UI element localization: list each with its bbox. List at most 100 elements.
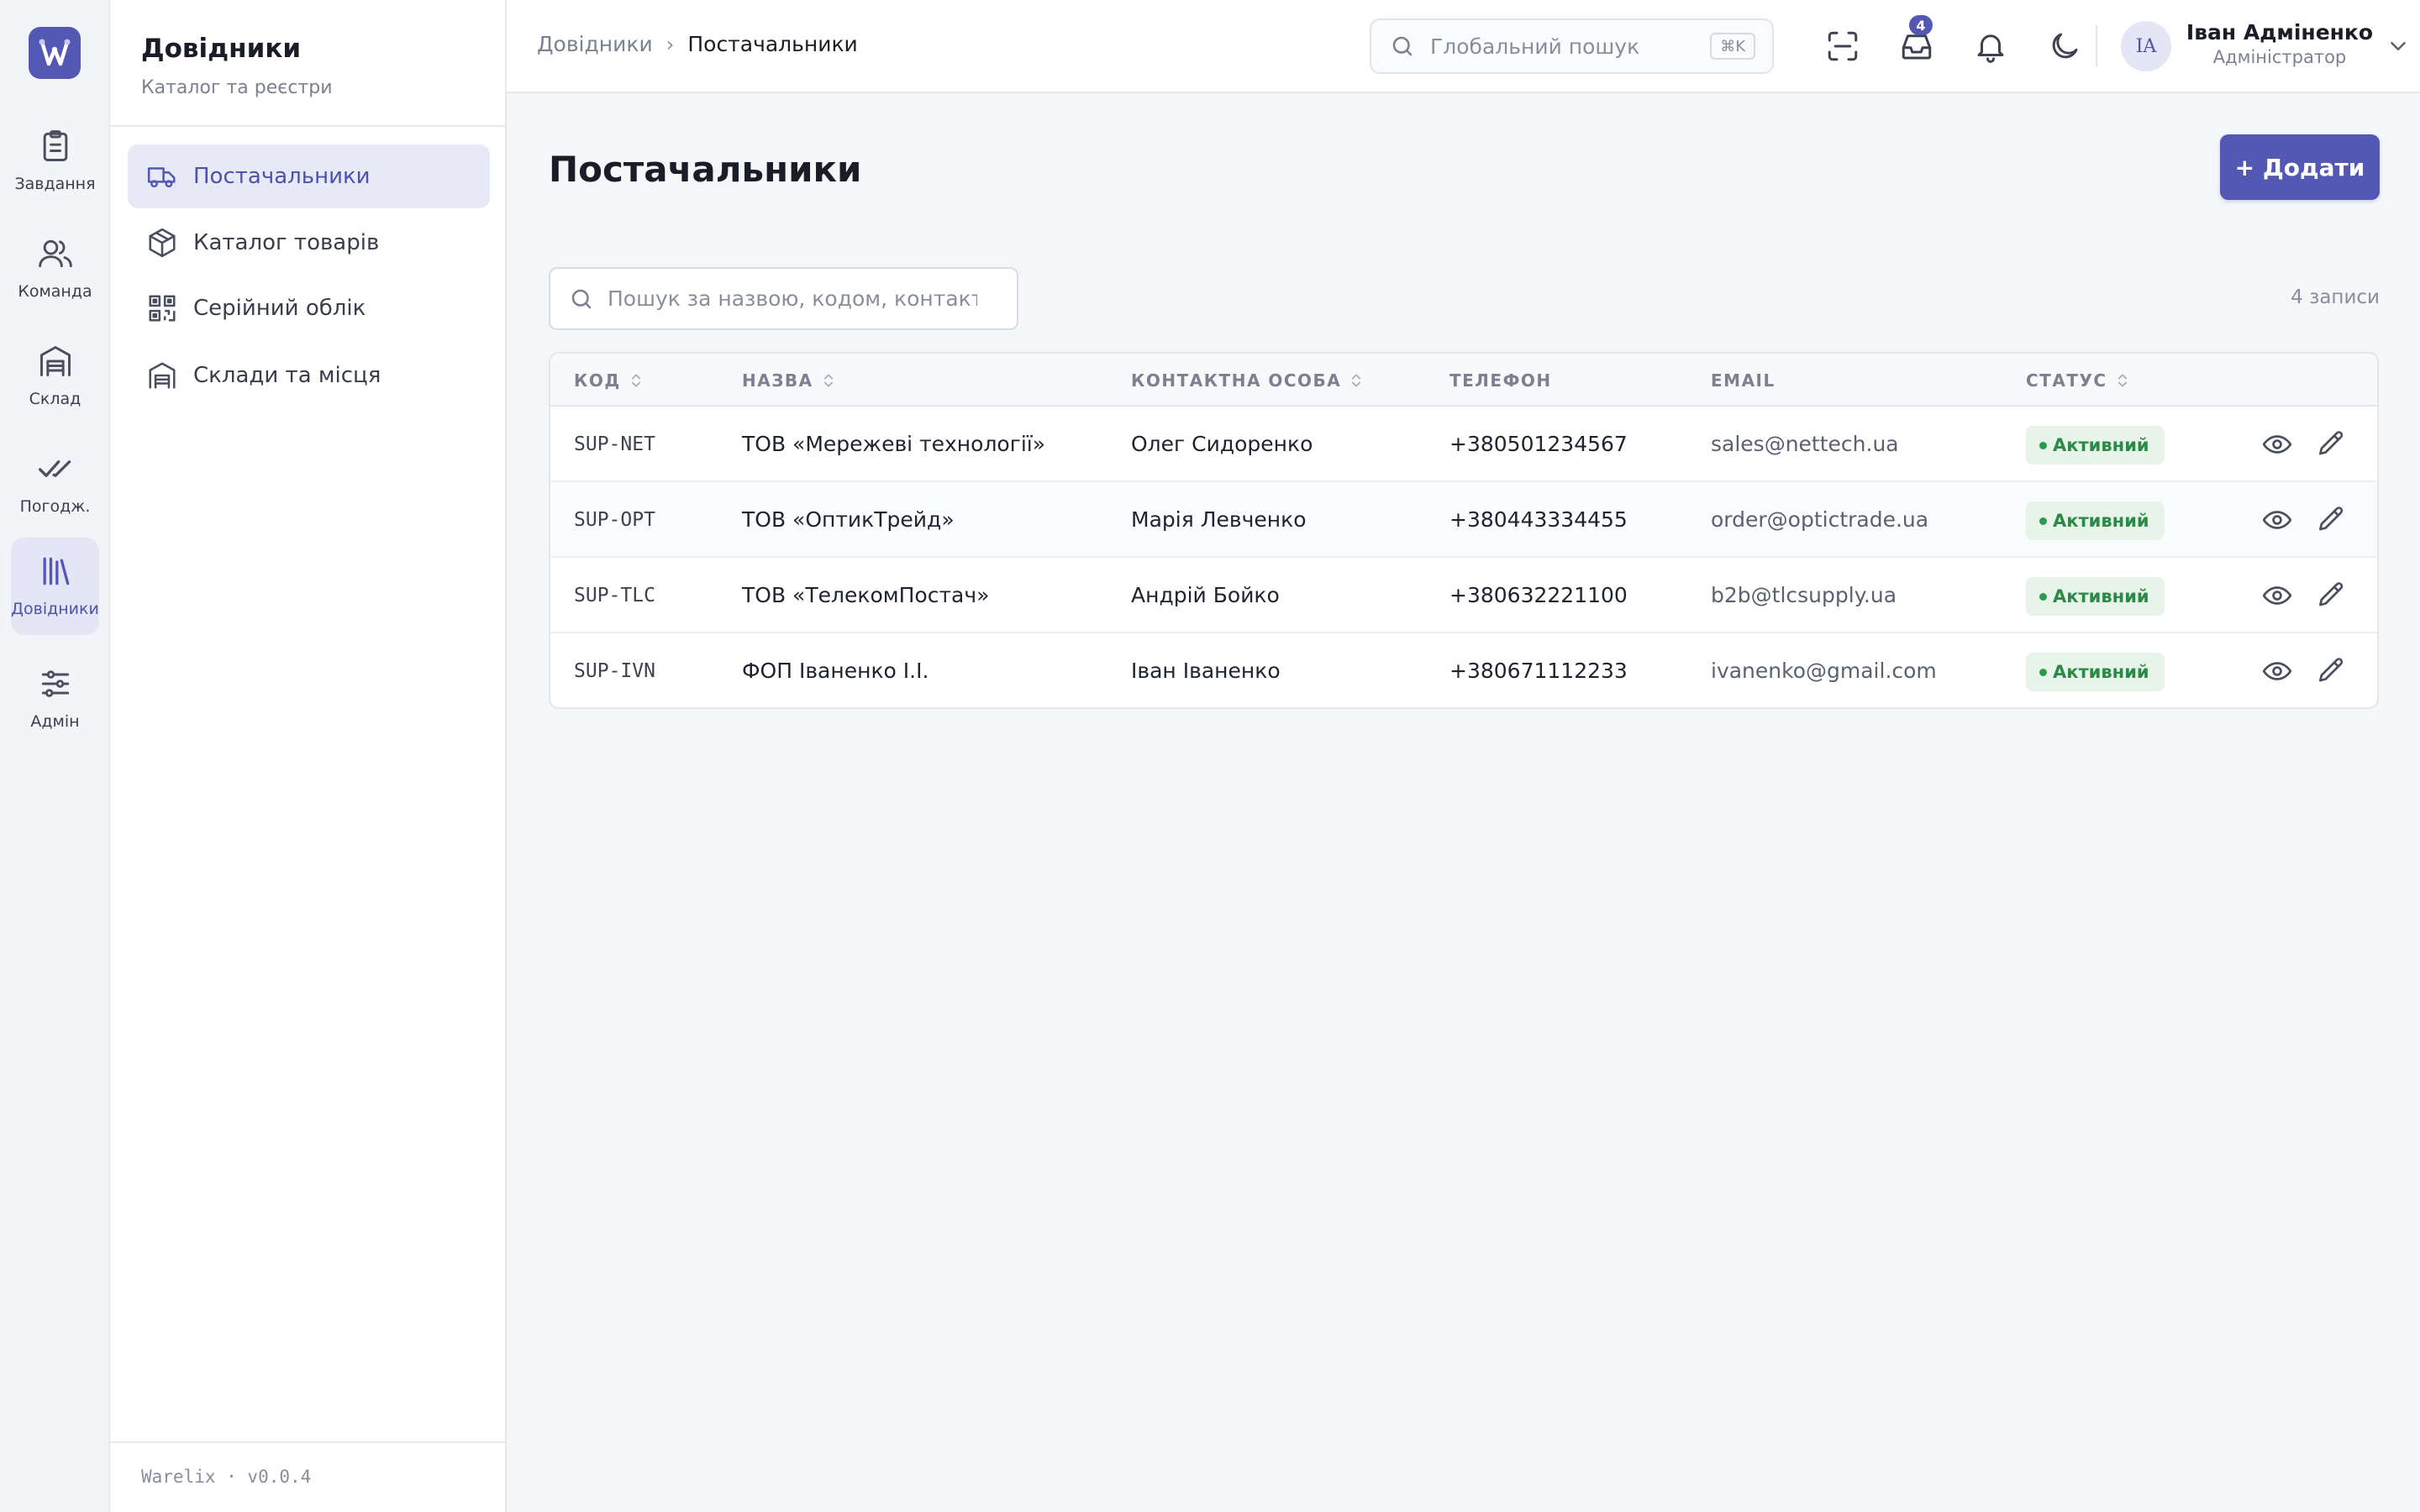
rail-item-approvals[interactable]: Погодж.: [11, 435, 99, 533]
breadcrumb: Довідники › Постачальники: [537, 32, 858, 56]
status-badge: Активний: [2026, 577, 2165, 616]
column-header-email: EMAIL: [1711, 370, 1776, 391]
cell-name: ТОВ «ТелекомПостач»: [742, 583, 990, 607]
moon-icon[interactable]: [2047, 29, 2082, 64]
sidebar-item-label: Серійний облік: [193, 296, 366, 321]
column-header-contact[interactable]: КОНТАКТНА ОСОБА: [1131, 370, 1365, 391]
double-check-icon: [37, 450, 74, 487]
scan-icon[interactable]: [1825, 29, 1860, 64]
status-badge: Активний: [2026, 501, 2165, 540]
pencil-icon[interactable]: [2315, 655, 2347, 687]
truck-icon: [146, 160, 178, 192]
breadcrumb-directories[interactable]: Довідники: [537, 32, 653, 56]
eye-icon[interactable]: [2261, 580, 2293, 612]
user-name[interactable]: Іван Адміненко: [2183, 20, 2376, 45]
cell-email: b2b@tlcsupply.ua: [1711, 583, 1897, 607]
rail-item-directories[interactable]: Довідники: [11, 538, 99, 635]
cell-email: order@optictrade.ua: [1711, 507, 1929, 532]
cell-contact: Олег Сидоренко: [1131, 432, 1313, 456]
table-header: КОД НАЗВА КОНТАКТНА ОСОБА ТЕЛЕФОН EMAIL …: [550, 354, 2377, 407]
column-header-status[interactable]: СТАТУС: [2026, 370, 2131, 391]
rail-item-admin[interactable]: Адмін: [11, 650, 99, 748]
avatar[interactable]: IA: [2121, 21, 2171, 71]
column-header-name[interactable]: НАЗВА: [742, 370, 837, 391]
table-row[interactable]: SUP-TLC ТОВ «ТелекомПостач» Андрій Бойко…: [550, 558, 2377, 633]
pencil-icon[interactable]: [2315, 504, 2347, 536]
sidebar-item-label: Склади та місця: [193, 363, 381, 388]
warehouse-icon: [37, 343, 74, 380]
cell-code: SUP-IVN: [574, 660, 655, 682]
column-header-label: ТЕЛЕФОН: [1449, 370, 1552, 391]
clipboard-icon: [37, 128, 74, 165]
add-button[interactable]: + Додати: [2220, 134, 2380, 200]
top-header: Довідники › Постачальники Глобальний пош…: [507, 0, 2420, 93]
status-badge: Активний: [2026, 653, 2165, 691]
sidebar-header: Довідники Каталог та реєстри: [110, 0, 505, 127]
app-version: Warelix · v0.0.4: [141, 1467, 312, 1487]
sort-icon: [2114, 372, 2131, 389]
global-search[interactable]: Глобальний пошук ⌘K: [1370, 18, 1774, 74]
cell-name: ТОВ «Мережеві технології»: [742, 432, 1046, 456]
sidebar-item-suppliers[interactable]: Постачальники: [128, 144, 490, 208]
user-role: Адміністратор: [2212, 47, 2347, 67]
pencil-icon[interactable]: [2315, 580, 2347, 612]
pencil-icon[interactable]: [2315, 428, 2347, 460]
search-icon: [1390, 34, 1415, 59]
column-header-label: EMAIL: [1711, 370, 1776, 391]
app-logo-icon[interactable]: [29, 27, 81, 79]
box-icon: [146, 227, 178, 259]
column-header-code[interactable]: КОД: [574, 370, 644, 391]
cell-code: SUP-OPT: [574, 509, 655, 531]
cell-phone: +380671112233: [1449, 659, 1628, 683]
cell-code: SUP-TLC: [574, 585, 655, 606]
library-icon: [37, 553, 74, 590]
header-divider: [2096, 25, 2097, 67]
eye-icon[interactable]: [2261, 504, 2293, 536]
column-header-label: КОД: [574, 370, 621, 391]
breadcrumb-current: Постачальники: [687, 32, 858, 56]
cell-code: SUP-NET: [574, 433, 655, 455]
rail-item-label: Завдання: [14, 175, 96, 193]
chevron-down-icon[interactable]: [2386, 34, 2411, 59]
cell-contact: Марія Левченко: [1131, 507, 1307, 532]
cell-phone: +380443334455: [1449, 507, 1628, 532]
search-shortcut-hint: ⌘K: [1710, 33, 1755, 60]
cell-name: ФОП Іваненко І.І.: [742, 659, 929, 683]
cell-phone: +380632221100: [1449, 583, 1628, 607]
bell-icon[interactable]: [1973, 29, 2008, 64]
sidebar-item-serial-tracking[interactable]: Серійний облік: [128, 276, 490, 340]
sidebar-item-warehouses[interactable]: Склади та місця: [128, 344, 490, 407]
search-icon: [569, 286, 594, 312]
global-search-placeholder: Глобальний пошук: [1430, 34, 1640, 59]
column-header-phone: ТЕЛЕФОН: [1449, 370, 1552, 391]
sidebar-title: Довідники: [141, 34, 302, 64]
rail-item-team[interactable]: Команда: [11, 220, 99, 318]
table-row[interactable]: SUP-IVN ФОП Іваненко І.І. Іван Іваненко …: [550, 633, 2377, 707]
sort-icon: [628, 372, 644, 389]
sidebar-item-label: Постачальники: [193, 164, 371, 189]
warehouse-icon: [146, 360, 178, 391]
sidebar-item-label: Каталог товарів: [193, 230, 380, 255]
table-row[interactable]: SUP-NET ТОВ «Мережеві технології» Олег С…: [550, 407, 2377, 482]
cell-contact: Андрій Бойко: [1131, 583, 1280, 607]
table-search[interactable]: [549, 267, 1018, 330]
sidebar-subtitle: Каталог та реєстри: [141, 77, 333, 98]
column-header-label: КОНТАКТНА ОСОБА: [1131, 370, 1342, 391]
breadcrumb-separator: ›: [666, 32, 675, 56]
sidebar-item-catalog[interactable]: Каталог товарів: [128, 211, 490, 275]
eye-icon[interactable]: [2261, 655, 2293, 687]
table-row[interactable]: SUP-OPT ТОВ «ОптикТрейд» Марія Левченко …: [550, 482, 2377, 558]
inbox-badge: 4: [1909, 15, 1933, 35]
cell-email: ivanenko@gmail.com: [1711, 659, 1937, 683]
rail-item-warehouse[interactable]: Склад: [11, 328, 99, 425]
icon-rail: Завдання Команда Склад Погодж. Довідники…: [0, 0, 110, 1512]
rail-item-tasks[interactable]: Завдання: [11, 113, 99, 210]
cell-name: ТОВ «ОптикТрейд»: [742, 507, 955, 532]
column-header-label: НАЗВА: [742, 370, 813, 391]
rail-item-label: Адмін: [30, 712, 80, 731]
sort-icon: [820, 372, 837, 389]
cell-phone: +380501234567: [1449, 432, 1628, 456]
table-search-input[interactable]: [608, 286, 977, 311]
sliders-icon: [37, 665, 74, 702]
eye-icon[interactable]: [2261, 428, 2293, 460]
